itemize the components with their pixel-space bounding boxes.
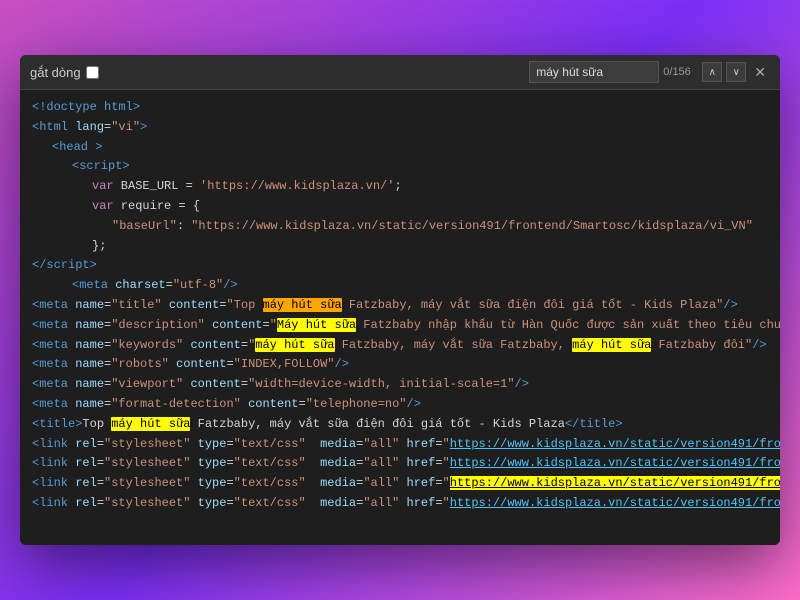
search-prev-button[interactable]: ∧ <box>702 62 722 82</box>
code-line: var require = { <box>32 197 768 217</box>
code-line: <meta charset="utf-8"/> <box>32 276 768 296</box>
toolbar: gắt dòng 0/156 ∧ ∨ ✕ <box>20 55 780 90</box>
code-line: <head > <box>32 138 768 158</box>
code-line: <!doctype html> <box>32 98 768 118</box>
search-bar: 0/156 ∧ ∨ ✕ <box>529 61 770 83</box>
code-line: var BASE_URL = 'https://www.kidsplaza.vn… <box>32 177 768 197</box>
code-line: "baseUrl": "https://www.kidsplaza.vn/sta… <box>32 217 768 237</box>
code-line: <meta name="description" content="Máy hú… <box>32 316 768 336</box>
code-line: <link rel="stylesheet" type="text/css" m… <box>32 454 768 474</box>
code-line: <meta name="title" content="Top máy hút … <box>32 296 768 316</box>
code-line: <meta name="format-detection" content="t… <box>32 395 768 415</box>
word-wrap-checkbox[interactable] <box>86 66 99 79</box>
code-line: </script> <box>32 256 768 276</box>
code-line: <link rel="stylesheet" type="text/css" m… <box>32 494 768 514</box>
search-count: 0/156 <box>663 66 698 78</box>
search-close-button[interactable]: ✕ <box>750 65 770 79</box>
code-area[interactable]: <!doctype html> <html lang="vi"> <head >… <box>20 90 780 545</box>
code-line: <html lang="vi"> <box>32 118 768 138</box>
code-line: <meta name="viewport" content="width=dev… <box>32 375 768 395</box>
editor-window: gắt dòng 0/156 ∧ ∨ ✕ <!doctype html> <ht… <box>20 55 780 545</box>
code-line: <meta name="keywords" content="máy hút s… <box>32 336 768 356</box>
code-line: }; <box>32 237 768 257</box>
code-line: <script> <box>32 157 768 177</box>
code-line: <link rel="stylesheet" type="text/css" m… <box>32 474 768 494</box>
code-line: <title>Top máy hút sữa Fatzbaby, máy vắt… <box>32 415 768 435</box>
word-wrap-label[interactable]: gắt dòng <box>30 65 99 80</box>
search-next-button[interactable]: ∨ <box>726 62 746 82</box>
word-wrap-text: gắt dòng <box>30 65 81 80</box>
code-line: <link rel="stylesheet" type="text/css" m… <box>32 435 768 455</box>
search-input[interactable] <box>529 61 659 83</box>
code-line: <meta name="robots" content="INDEX,FOLLO… <box>32 355 768 375</box>
